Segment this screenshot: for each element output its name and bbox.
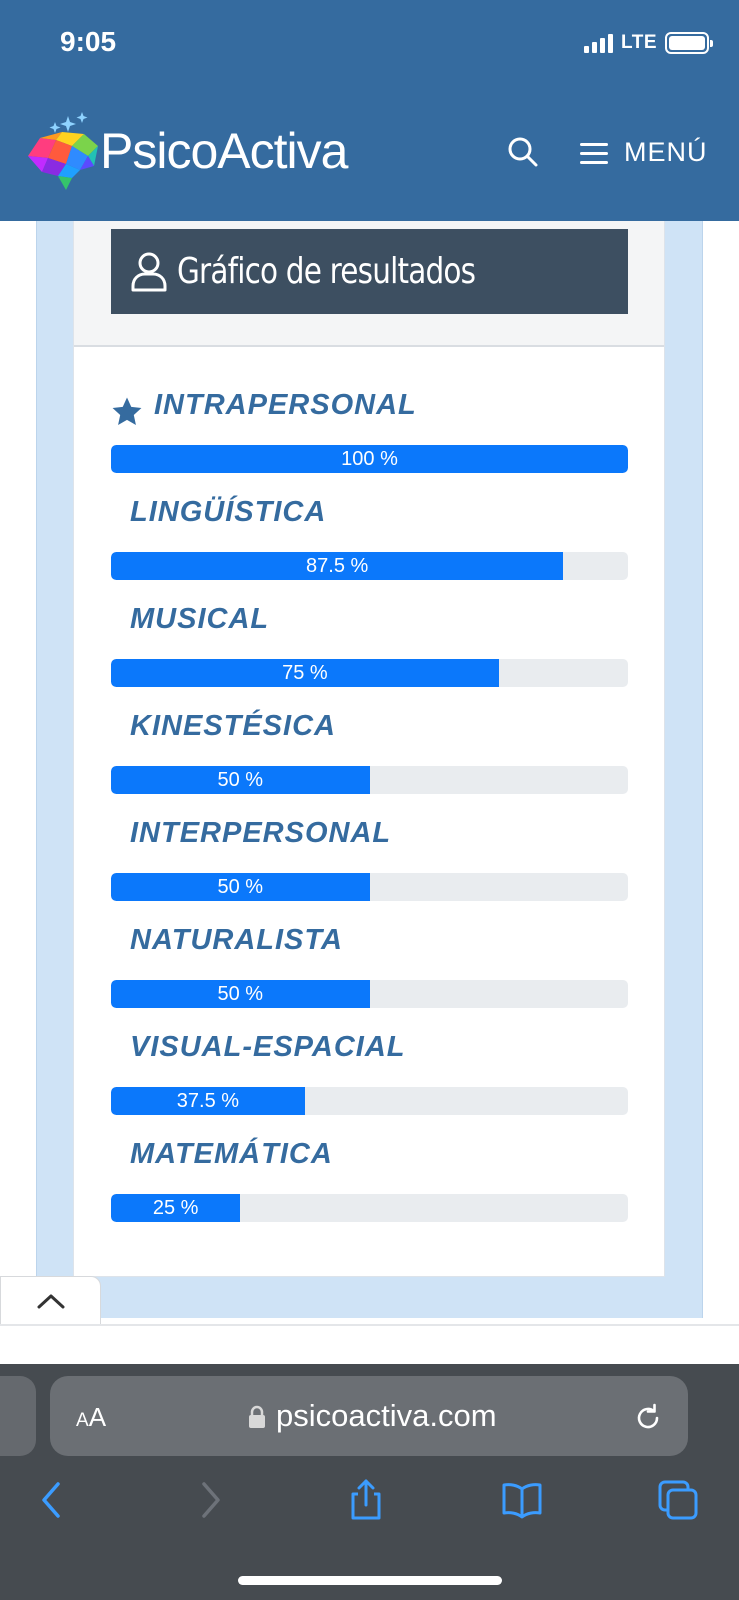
tabs-icon[interactable] [656,1478,700,1522]
home-indicator [238,1576,502,1585]
result-label: LINGÜÍSTICA [130,496,327,528]
results-card [73,221,665,1277]
progress-bar: 87.5 % [111,552,628,580]
text-size-big: A [88,1402,107,1432]
divider [0,1324,739,1326]
progress-bar-fill: 87.5 % [111,552,564,580]
status-indicators: LTE [584,32,713,54]
scroll-top-button[interactable] [0,1276,101,1324]
status-time: 9:05 [60,26,117,57]
result-label: MATEMÁTICA [130,1138,333,1170]
url-text: psicoactiva.com [276,1398,497,1433]
chevron-up-icon [37,1294,64,1308]
menu-button[interactable]: MENÚ [580,137,708,168]
bookmarks-icon[interactable] [500,1478,544,1522]
page-title: Gráfico de resultados [177,251,476,292]
progress-bar: 100 % [111,445,628,473]
star-icon [112,397,142,426]
network-label: LTE [621,32,657,53]
result-label: NATURALISTA [130,924,343,956]
battery-icon [665,32,713,54]
text-size-button[interactable]: AA [76,1402,106,1433]
brand-name[interactable]: PsicoActiva [100,122,348,180]
text-size-small: A [76,1410,89,1431]
progress-bar-fill: 50 % [111,873,370,901]
lock-icon [249,1405,265,1428]
signal-icon [584,33,614,53]
progress-bar-fill: 75 % [111,659,499,687]
progress-bar-fill: 50 % [111,766,370,794]
progress-bar: 50 % [111,873,628,901]
reload-icon[interactable] [632,1402,664,1434]
back-icon[interactable] [30,1478,74,1522]
progress-bar: 25 % [111,1194,628,1222]
search-icon[interactable] [505,134,541,170]
results-title: Gráfico de resultados [111,229,628,314]
forward-icon[interactable] [188,1478,232,1522]
hamburger-icon [580,142,608,164]
progress-bar: 50 % [111,980,628,1008]
progress-bar-fill: 37.5 % [111,1087,305,1115]
progress-bar-fill: 50 % [111,980,370,1008]
result-label: VISUAL-ESPACIAL [130,1031,406,1063]
previous-tab[interactable] [0,1376,36,1456]
menu-label: MENÚ [624,137,708,167]
result-label: MUSICAL [130,603,270,635]
progress-bar: 37.5 % [111,1087,628,1115]
result-label: INTRAPERSONAL [154,389,417,421]
share-icon[interactable] [344,1478,388,1522]
progress-bar-fill: 25 % [111,1194,241,1222]
progress-bar-fill: 100 % [111,445,628,473]
result-label: INTERPERSONAL [130,817,392,849]
progress-bar: 75 % [111,659,628,687]
user-icon [131,252,167,291]
result-label: KINESTÉSICA [130,710,336,742]
progress-bar: 50 % [111,766,628,794]
